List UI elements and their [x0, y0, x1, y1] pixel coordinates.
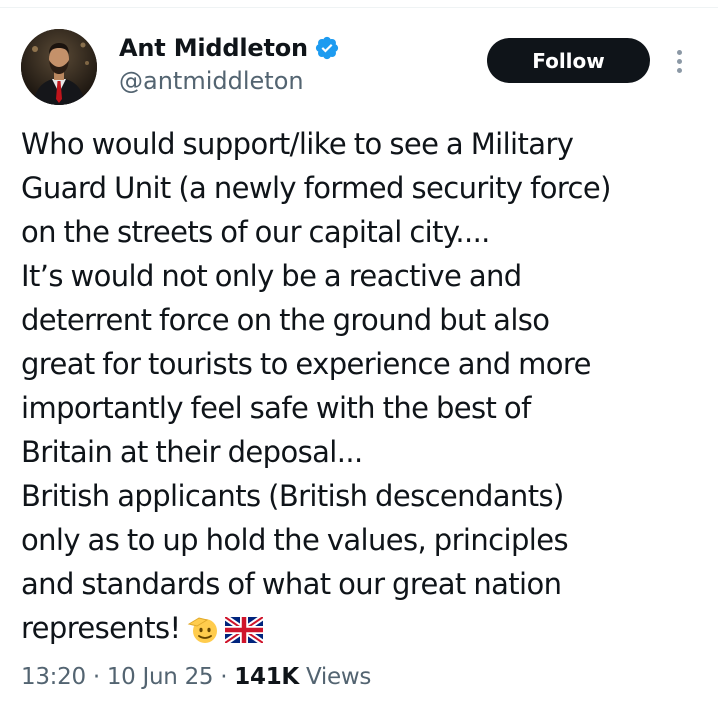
- top-divider: [0, 7, 718, 8]
- tweet-time[interactable]: 13:20: [21, 664, 86, 690]
- tweet-text-line: importantly feel safe with the best of: [21, 391, 531, 425]
- author-handle[interactable]: @antmiddleton: [119, 67, 304, 95]
- meta-separator: ·: [220, 664, 228, 690]
- tweet-text-line: represents!: [21, 611, 181, 645]
- avatar-photo: [21, 29, 97, 105]
- tweet-text-line: British applicants (British descendants): [21, 479, 564, 513]
- more-options-button[interactable]: [668, 44, 690, 78]
- avatar[interactable]: [21, 29, 97, 105]
- tweet-text-line: Who would support/like to see a Military: [21, 127, 574, 161]
- views-count[interactable]: 141K: [234, 664, 299, 690]
- author-display-name[interactable]: Ant Middleton: [119, 34, 308, 62]
- saluting-face-emoji: [187, 617, 217, 643]
- more-vertical-icon-dot: [676, 58, 682, 64]
- tweet-date[interactable]: 10 Jun 25: [107, 664, 214, 690]
- tweet-text-line: Britain at their deposal...: [21, 435, 363, 469]
- tweet-text-line: on the streets of our capital city....: [21, 215, 490, 249]
- tweet-text-line: Guard Unit (a newly formed security forc…: [21, 171, 611, 205]
- author-name-row: Ant Middleton: [119, 31, 340, 65]
- more-vertical-icon: [676, 49, 682, 55]
- tweet-text-line: only as to up hold the values, principle…: [21, 523, 569, 557]
- tweet-text-line: It’s would not only be a reactive and: [21, 259, 522, 293]
- tweet-text-last-line: represents!: [21, 606, 701, 650]
- uk-flag-emoji: [224, 617, 263, 643]
- tweet-text-line: great for tourists to experience and mor…: [21, 347, 591, 381]
- verified-badge-icon[interactable]: [314, 35, 340, 61]
- tweet-meta: 13:20 · 10 Jun 25 · 141K Views: [21, 664, 371, 690]
- follow-button[interactable]: Follow: [487, 38, 650, 83]
- views-label: Views: [305, 664, 372, 690]
- tweet-text-line: and standards of what our great nation: [21, 567, 562, 601]
- tweet-text: Who would support/like to see a Military…: [21, 122, 701, 650]
- meta-separator: ·: [92, 664, 100, 690]
- tweet-text-line: deterrent force on the ground but also: [21, 303, 550, 337]
- more-vertical-icon-dot: [676, 67, 682, 73]
